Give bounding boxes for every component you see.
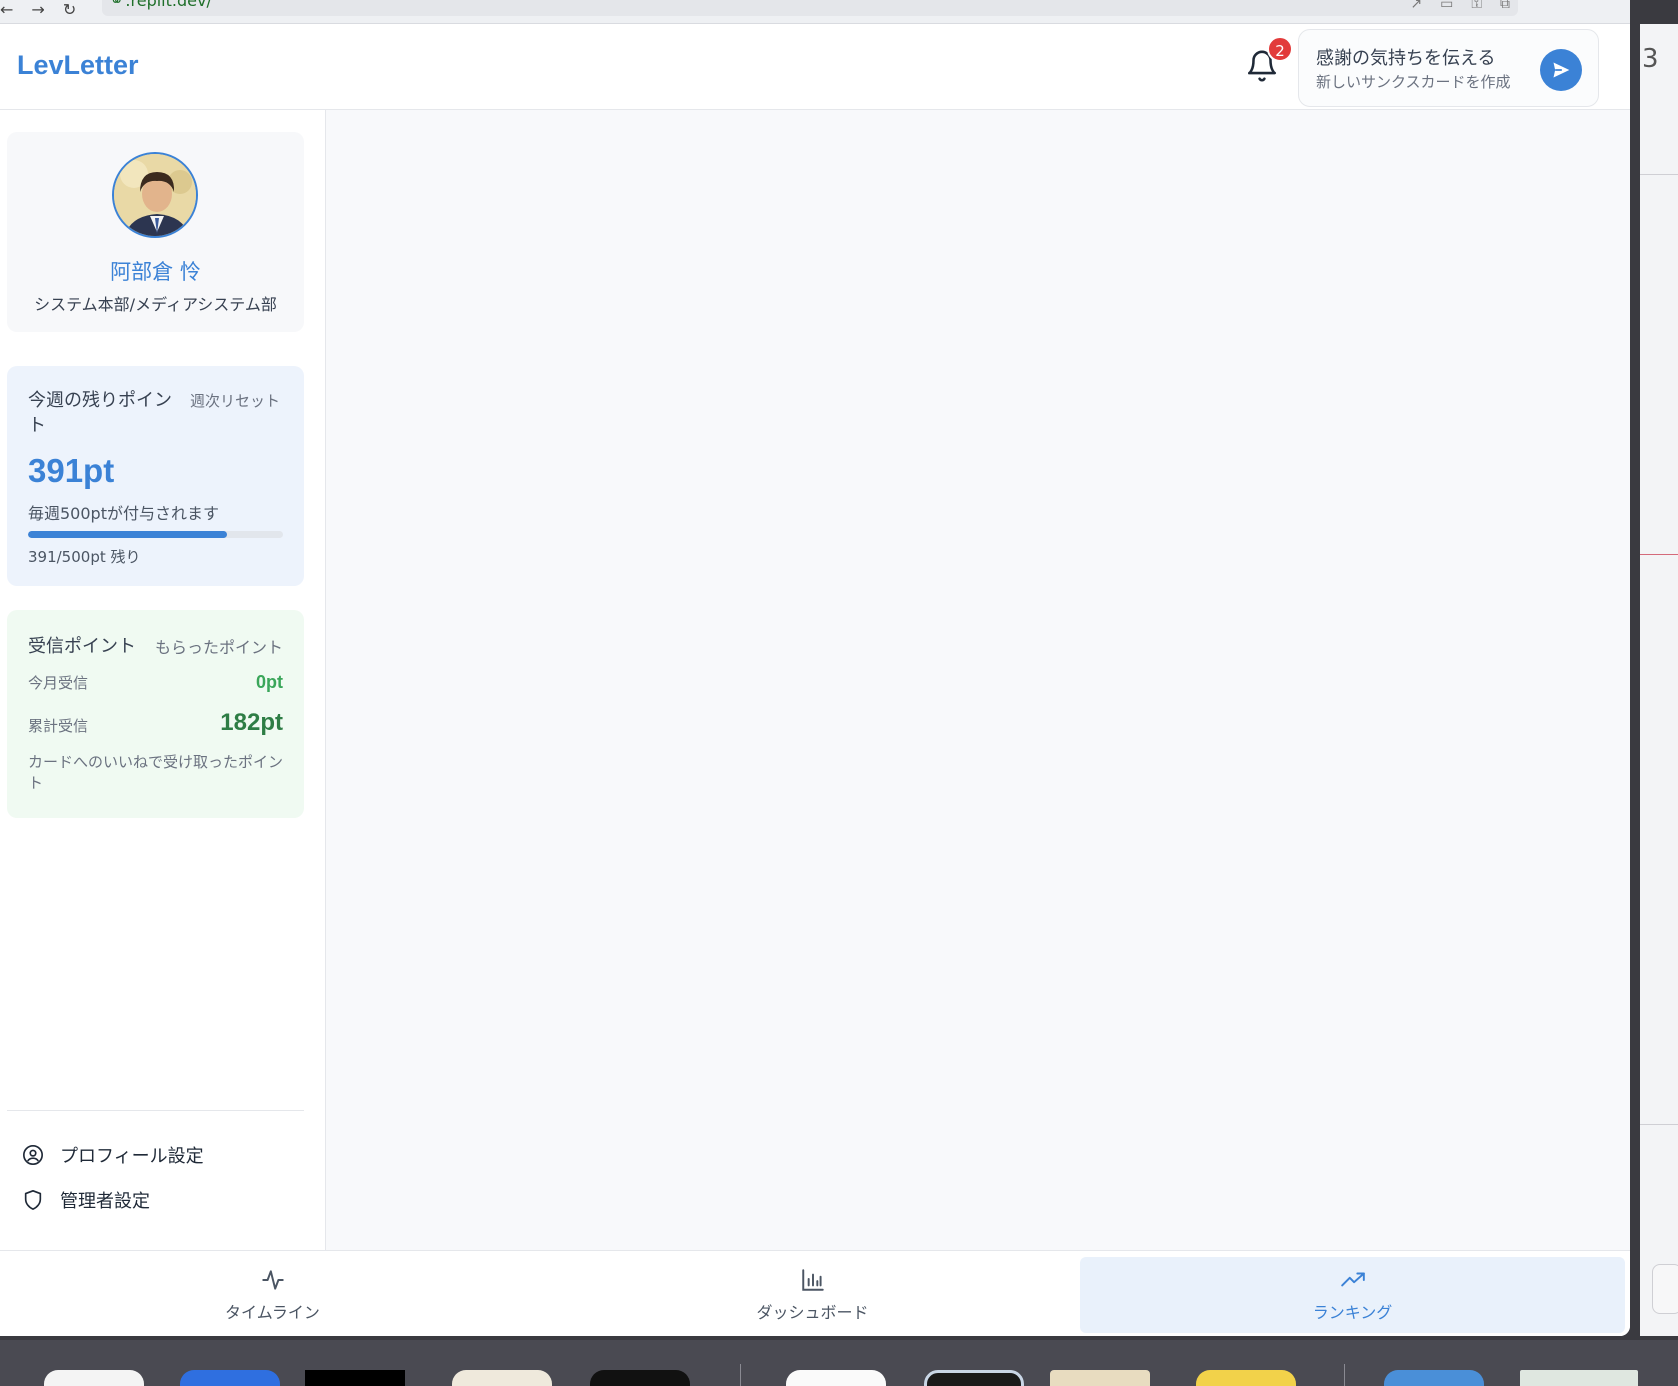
trending-up-icon <box>1340 1272 1365 1287</box>
user-department: システム本部/メディアシステム部 <box>34 295 277 314</box>
user-circle-icon <box>23 1145 43 1165</box>
tab-timeline[interactable]: タイムライン <box>0 1257 545 1333</box>
received-points-subtitle: もらったポイント <box>155 638 284 657</box>
cta-title: 感謝の気持ちを伝える <box>1316 48 1496 69</box>
dock <box>0 1340 1678 1386</box>
dock-app-icon[interactable] <box>452 1370 552 1386</box>
share-icon[interactable]: ↗ <box>1410 0 1422 12</box>
sidebar-item-label: プロフィール設定 <box>60 1146 204 1167</box>
create-thanks-card-button[interactable]: 感謝の気持ちを伝える 新しいサンクスカードを作成 <box>1298 29 1599 107</box>
shield-icon <box>24 1190 42 1210</box>
forward-icon[interactable]: → <box>31 0 44 19</box>
dock-separator <box>740 1364 741 1386</box>
address-bar[interactable]: ⚭ .replit.dev/ <box>102 0 1518 16</box>
bar-chart-icon <box>801 1269 824 1291</box>
received-points-card: 受信ポイント もらったポイント 今月受信 0pt 累計受信 182pt カードへ… <box>7 610 304 818</box>
weekly-points-progress <box>28 531 283 538</box>
weekly-points-note: 毎週500ptが付与されます <box>28 504 219 523</box>
background-window: 3 <box>1640 24 1678 1336</box>
profile-card: 阿部倉 怜 システム本部/メディアシステム部 <box>7 132 304 332</box>
avatar[interactable] <box>112 152 198 238</box>
dock-folder-icon[interactable] <box>1384 1370 1484 1386</box>
sidebar-item-label: 管理者設定 <box>60 1191 150 1212</box>
dock-window-preview[interactable] <box>1520 1370 1638 1386</box>
avatar-image <box>114 154 196 236</box>
cast-icon[interactable]: ▭ <box>1440 0 1453 12</box>
tab-label: ランキング <box>1312 1303 1393 1322</box>
divider <box>1640 174 1678 175</box>
received-points-note: カードへのいいねで受け取ったポイント <box>28 753 284 792</box>
dock-app-icon[interactable] <box>1196 1370 1296 1386</box>
dock-app-icon[interactable] <box>1050 1370 1150 1386</box>
user-name: 阿部倉 怜 <box>110 260 201 284</box>
tab-ranking[interactable]: ランキング <box>1080 1257 1625 1333</box>
progress-fill <box>28 531 228 538</box>
weekly-points-card: 今週の残りポイント 週次リセット 391pt 毎週500ptが付与されます 39… <box>7 366 304 586</box>
sidebar-item-admin-settings[interactable]: 管理者設定 <box>22 1185 150 1215</box>
tab-dashboard[interactable]: ダッシュボード <box>540 1257 1085 1333</box>
month-received-label: 今月受信 <box>28 674 89 692</box>
dock-app-icon[interactable] <box>590 1370 690 1386</box>
browser-nav: ← → ↻ <box>0 0 76 19</box>
activity-icon <box>261 1270 284 1290</box>
browser-toolbar: ← → ↻ ⚭ .replit.dev/ ↗ ▭ ⚿ ⧉ <box>0 0 1630 24</box>
total-received-label: 累計受信 <box>28 717 89 735</box>
tab-label: タイムライン <box>225 1303 320 1322</box>
sidebar-item-profile-settings[interactable]: プロフィール設定 <box>22 1140 204 1170</box>
progress-label: 391/500pt 残り <box>28 548 141 566</box>
sidebar-divider <box>7 1110 304 1111</box>
link-icon: ⚭ <box>110 0 124 10</box>
received-points-title: 受信ポイント <box>28 636 136 657</box>
send-icon <box>1553 62 1570 78</box>
app-window: LevLetter 2 感謝の気持ちを伝える 新しいサンクスカードを作成 阿部倉… <box>0 24 1630 1336</box>
total-received-value: 182pt <box>220 709 283 736</box>
weekly-points-title: 今週の残りポイント <box>28 390 172 436</box>
weekly-reset-label: 週次リセット <box>190 392 281 410</box>
dock-separator <box>1344 1364 1345 1386</box>
dock-app-icon[interactable] <box>924 1370 1024 1386</box>
background-window-box <box>1652 1264 1678 1314</box>
tab-label: ダッシュボード <box>756 1303 869 1322</box>
url-text: .replit.dev/ <box>125 0 212 10</box>
bottom-nav: タイムライン ダッシュボード ランキング <box>0 1250 1630 1336</box>
divider <box>1640 554 1678 555</box>
weekly-points-value: 391pt <box>28 452 115 489</box>
open-external-icon[interactable]: ⧉ <box>1500 0 1510 12</box>
app-logo[interactable]: LevLetter <box>17 50 139 81</box>
dock-app-icon[interactable] <box>786 1370 886 1386</box>
app-header: LevLetter 2 感謝の気持ちを伝える 新しいサンクスカードを作成 <box>0 24 1630 110</box>
browser-actions: ↗ ▭ ⚿ ⧉ <box>1410 0 1510 12</box>
dock-app-icon[interactable] <box>305 1370 405 1386</box>
back-icon[interactable]: ← <box>0 0 13 19</box>
key-icon[interactable]: ⚿ <box>1471 0 1482 12</box>
sidebar: 阿部倉 怜 システム本部/メディアシステム部 今週の残りポイント 週次リセット … <box>0 110 326 1250</box>
month-received-value: 0pt <box>256 672 283 692</box>
cta-subtitle: 新しいサンクスカードを作成 <box>1316 73 1511 91</box>
reload-icon[interactable]: ↻ <box>63 0 76 19</box>
notification-badge: 2 <box>1267 36 1293 62</box>
dock-app-icon[interactable] <box>180 1370 280 1386</box>
send-button[interactable] <box>1540 49 1582 91</box>
divider <box>1640 1124 1678 1125</box>
background-window-text: 3 <box>1642 44 1659 74</box>
dock-app-icon[interactable] <box>44 1370 144 1386</box>
